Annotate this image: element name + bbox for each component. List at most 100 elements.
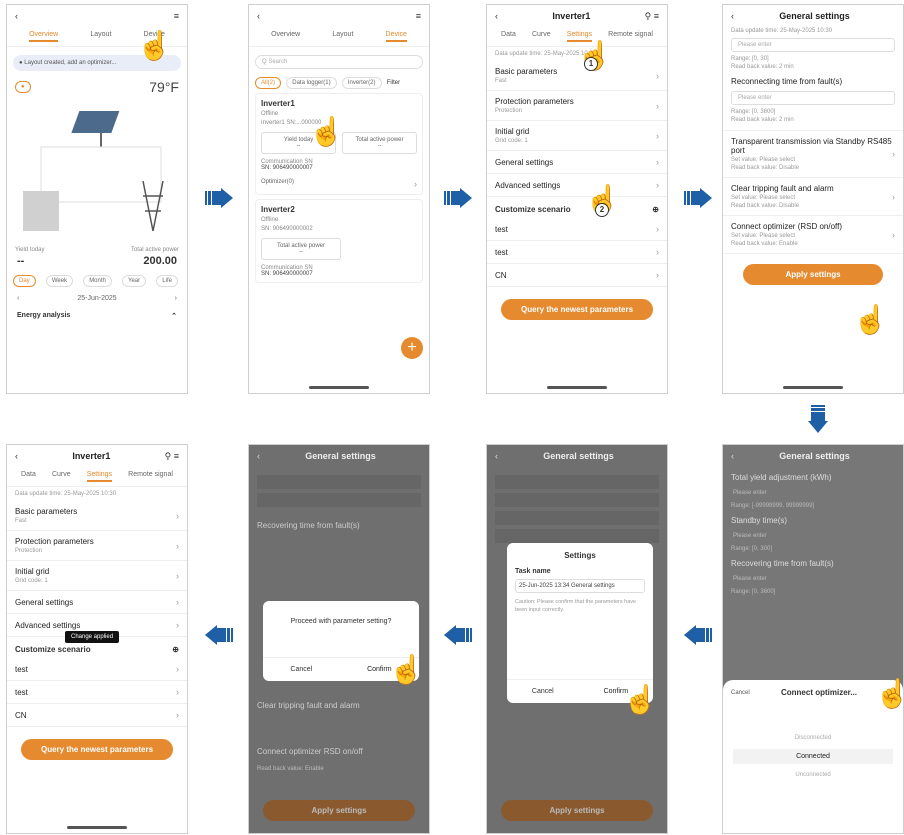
- back-icon[interactable]: ‹: [731, 11, 734, 21]
- row-clear-fault[interactable]: Clear tripping fault and alarm Set value:…: [723, 178, 903, 216]
- custom-row[interactable]: CN ›: [487, 264, 667, 287]
- topbar: ‹ Inverter1 ⚲ ≡: [487, 5, 667, 27]
- row-general-settings[interactable]: General settings ›: [7, 591, 187, 614]
- arrow-right-icon: [444, 188, 474, 208]
- custom-row[interactable]: CN ›: [7, 704, 187, 727]
- cancel-button[interactable]: Cancel: [290, 666, 312, 673]
- add-circle-icon[interactable]: ⊕: [652, 205, 659, 214]
- row-protection-parameters[interactable]: Protection parameters Protection ›: [7, 531, 187, 561]
- tab-curve[interactable]: Curve: [532, 31, 551, 42]
- plant-diagram-icon: [23, 111, 164, 232]
- custom-row[interactable]: test ›: [7, 681, 187, 704]
- tab-overview[interactable]: Overview: [271, 31, 300, 42]
- chevron-right-icon: ›: [176, 687, 179, 697]
- row-general-settings[interactable]: General settings ›: [487, 151, 667, 174]
- filter-all[interactable]: All(2): [255, 77, 282, 89]
- tab-settings[interactable]: Settings: [86, 471, 113, 482]
- filter-inverter[interactable]: Inverter(2): [341, 77, 382, 89]
- query-parameters-button[interactable]: Query the newest parameters: [21, 739, 173, 760]
- task-name-input[interactable]: 25-Jun-2025 13:34 General settings: [515, 579, 645, 593]
- chevron-right-icon: ›: [656, 224, 659, 234]
- readback-text: Read back value: 2 min: [731, 117, 794, 123]
- plant-diagram: [13, 101, 181, 241]
- back-icon[interactable]: ‹: [257, 451, 260, 461]
- add-device-button[interactable]: +: [401, 337, 423, 359]
- row-initial-grid[interactable]: Initial grid Grid code: 1 ›: [7, 561, 187, 591]
- apply-settings-button[interactable]: Apply settings: [501, 800, 653, 821]
- apply-settings-button[interactable]: Apply settings: [263, 800, 415, 821]
- setting-input[interactable]: Please enter: [731, 91, 895, 105]
- topbar: ‹ Inverter1 ⚲ ≡: [7, 445, 187, 467]
- setting-input[interactable]: Please enter: [723, 570, 903, 588]
- row-protection-parameters[interactable]: Protection parameters Protection ›: [487, 91, 667, 121]
- back-icon[interactable]: ‹: [15, 11, 18, 21]
- device-card-inverter2[interactable]: Inverter2 Offline SN: 906490000002 Total…: [255, 199, 423, 283]
- tab-data[interactable]: Data: [21, 471, 36, 482]
- search-input[interactable]: Q Search: [255, 55, 423, 69]
- arrow-left-icon: [444, 625, 474, 645]
- topbar: ‹ General settings: [249, 445, 429, 467]
- back-icon[interactable]: ‹: [495, 11, 498, 21]
- option-disconnected[interactable]: Disconnected: [723, 735, 903, 741]
- period-year[interactable]: Year: [122, 275, 147, 287]
- search-menu-icon[interactable]: ⚲ ≡: [165, 451, 179, 462]
- tab-layout[interactable]: Layout: [332, 31, 353, 42]
- tab-overview[interactable]: Overview: [29, 31, 59, 42]
- back-icon[interactable]: ‹: [15, 451, 18, 461]
- step-badge-2: 2: [595, 203, 609, 217]
- back-icon[interactable]: ‹: [257, 11, 260, 21]
- home-indicator: [309, 386, 369, 389]
- next-date-icon[interactable]: ›: [175, 295, 177, 302]
- row-initial-grid[interactable]: Initial grid Grid code: 1 ›: [487, 121, 667, 151]
- period-day[interactable]: Day: [13, 275, 36, 287]
- period-month[interactable]: Month: [83, 275, 112, 287]
- row-basic-parameters[interactable]: Basic parameters Fast ›: [7, 501, 187, 531]
- custom-row[interactable]: test ›: [7, 658, 187, 681]
- chevron-up-icon[interactable]: ⌃: [171, 312, 177, 320]
- date-label[interactable]: 25-Jun-2025: [77, 295, 116, 302]
- tab-data[interactable]: Data: [501, 31, 516, 42]
- chevron-right-icon: ›: [176, 664, 179, 674]
- confirm-button[interactable]: Confirm: [367, 666, 392, 673]
- setting-label: Reconnecting time from fault(s): [731, 77, 843, 86]
- back-icon[interactable]: ‹: [731, 451, 734, 461]
- filter-button[interactable]: Filter: [387, 80, 400, 86]
- dialog-message: Proceed with parameter setting?: [290, 618, 392, 625]
- tab-curve[interactable]: Curve: [52, 471, 71, 482]
- custom-row[interactable]: test ›: [487, 218, 667, 241]
- row-connect-optimizer[interactable]: Connect optimizer (RSD on/off) Set value:…: [723, 216, 903, 254]
- menu-icon[interactable]: ≡: [416, 11, 421, 21]
- option-unconnected[interactable]: Unconnected: [723, 772, 903, 778]
- add-circle-icon[interactable]: ⊕: [172, 645, 179, 654]
- tab-remote-signal[interactable]: Remote signal: [128, 471, 173, 482]
- settings-dialog: Settings Task name 25-Jun-2025 13:34 Gen…: [507, 543, 653, 703]
- query-parameters-button[interactable]: Query the newest parameters: [501, 299, 653, 320]
- cancel-button[interactable]: Cancel: [532, 688, 554, 695]
- search-menu-icon[interactable]: ⚲ ≡: [645, 11, 659, 22]
- tab-device[interactable]: Device: [385, 31, 407, 42]
- optimizer-link[interactable]: Optimizer(0): [261, 179, 294, 189]
- option-connected[interactable]: Connected: [733, 749, 893, 764]
- tab-layout[interactable]: Layout: [90, 31, 111, 42]
- chevron-right-icon: ›: [892, 229, 895, 240]
- menu-icon[interactable]: ≡: [174, 11, 179, 21]
- arrow-left-icon: [684, 625, 714, 645]
- row-advanced-settings[interactable]: Advanced settings ›: [487, 174, 667, 197]
- setting-input[interactable]: Please enter: [723, 527, 903, 545]
- chevron-right-icon: ›: [656, 247, 659, 257]
- prev-date-icon[interactable]: ‹: [17, 295, 19, 302]
- apply-settings-button[interactable]: Apply settings: [743, 264, 883, 285]
- readback-text: Read back value: Enable: [257, 766, 324, 772]
- custom-row[interactable]: test ›: [487, 241, 667, 264]
- task-name-label: Task name: [515, 568, 551, 575]
- row-transparent-transmission[interactable]: Transparent transmission via Standby RS4…: [723, 130, 903, 178]
- tab-remote-signal[interactable]: Remote signal: [608, 31, 653, 42]
- back-icon[interactable]: ‹: [495, 451, 498, 461]
- period-week[interactable]: Week: [45, 275, 74, 287]
- toast-message: Change applied: [65, 631, 120, 643]
- filter-logger[interactable]: Data logger(1): [286, 77, 337, 89]
- sheet-cancel-button[interactable]: Cancel: [731, 690, 750, 696]
- period-life[interactable]: Life: [156, 275, 178, 287]
- setting-input[interactable]: Please enter: [731, 38, 895, 52]
- setting-input[interactable]: Please enter: [723, 484, 903, 502]
